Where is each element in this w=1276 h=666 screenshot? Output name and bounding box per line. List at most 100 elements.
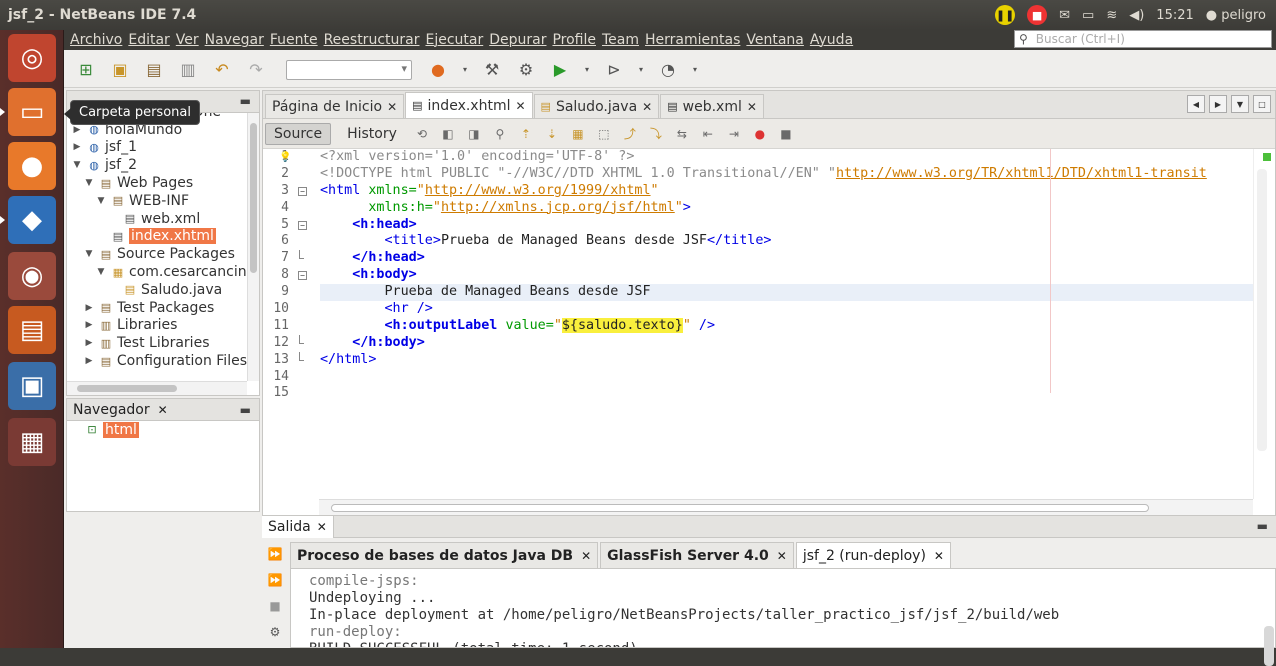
navigator-node[interactable]: ⊡ html — [67, 421, 259, 439]
forward-icon[interactable]: ◨ — [465, 125, 483, 143]
output-tab[interactable]: Salida ✕ — [262, 515, 334, 538]
code-editor[interactable]: 1 💡 2 3−4 5−6 7 8−9 10 11 12 13 14 15 <?xml version=… — [263, 149, 1275, 499]
close-icon[interactable]: ✕ — [934, 549, 944, 563]
search-input[interactable]: ⚲ Buscar (Ctrl+I) — [1014, 30, 1272, 48]
build-icon[interactable]: ⚒ — [480, 58, 504, 82]
tab-web-xml[interactable]: ▤ web.xml ✕ — [660, 94, 764, 118]
previous-bookmark-icon[interactable]: ⤴ — [621, 125, 639, 143]
settings-icon[interactable]: ⚙ — [265, 622, 285, 642]
close-icon[interactable]: ✕ — [642, 100, 652, 114]
code-line[interactable]: Prueba de Managed Beans desde JSF — [320, 284, 1253, 302]
menu-team[interactable]: Team — [599, 32, 642, 48]
clock[interactable]: 15:21 — [1156, 8, 1193, 23]
code-line[interactable]: <h:outputLabel value="${saludo.texto}" /… — [320, 317, 1253, 335]
tree-node[interactable]: ▤ web.xml — [67, 210, 247, 228]
tree-node[interactable]: ▼ ▦ com.cesarcancin — [67, 263, 247, 281]
tree-vertical-scrollbar[interactable] — [247, 113, 259, 381]
find-icon[interactable]: ⚲ — [491, 125, 509, 143]
menu-fuente[interactable]: Fuente — [267, 32, 321, 48]
tab-pagina-de-inicio[interactable]: Página de Inicio ✕ — [265, 94, 405, 118]
tree-horizontal-scrollbar[interactable] — [67, 381, 247, 395]
tree-node[interactable]: ▶ ◍ jsf_1 — [67, 139, 247, 157]
code-line[interactable]: </h:body> — [320, 335, 1253, 352]
toggle-selection-icon[interactable]: ⬚ — [595, 125, 613, 143]
shift-right-icon[interactable]: ⇥ — [725, 125, 743, 143]
files-icon[interactable]: ▭ — [0, 88, 56, 136]
menu-archivo[interactable]: Archivo — [67, 32, 125, 48]
start-macro-icon[interactable]: ● — [751, 125, 769, 143]
code-line[interactable] — [320, 385, 1253, 402]
redo-icon[interactable]: ↷ — [244, 58, 268, 82]
close-icon[interactable]: ✕ — [515, 99, 525, 113]
workspace-switcher-icon[interactable]: ▦ — [8, 418, 56, 466]
menu-profile[interactable]: Profile — [549, 32, 599, 48]
chevron-down-icon[interactable]: ▾ — [582, 58, 592, 82]
find-next-icon[interactable]: ⇣ — [543, 125, 561, 143]
chevron-down-icon[interactable]: ▾ — [460, 58, 470, 82]
maximize-icon[interactable]: □ — [1253, 95, 1271, 113]
shift-left-icon[interactable]: ⇤ — [699, 125, 717, 143]
new-file-icon[interactable]: ⊞ — [74, 58, 98, 82]
menu-ventana[interactable]: Ventana — [743, 32, 807, 48]
wifi-icon[interactable]: ≋ — [1106, 8, 1117, 23]
expanded-arrow-icon[interactable]: ▼ — [95, 267, 107, 277]
undo-icon[interactable]: ↶ — [210, 58, 234, 82]
last-edit-icon[interactable]: ⟲ — [413, 125, 431, 143]
firefox-browser-icon[interactable]: ● — [426, 58, 450, 82]
menu-navegar[interactable]: Navegar — [202, 32, 267, 48]
close-project-icon[interactable]: ▥ — [176, 58, 200, 82]
menu-herramientas[interactable]: Herramientas — [642, 32, 743, 48]
navigator-title[interactable]: Navegador — [73, 402, 150, 418]
fold-collapse-icon[interactable]: − — [298, 271, 307, 281]
collapsed-arrow-icon[interactable]: ▶ — [83, 356, 95, 366]
close-icon[interactable]: ✕ — [387, 100, 397, 114]
tree-node[interactable]: ▶ ▤ Configuration Files — [67, 352, 247, 370]
expanded-arrow-icon[interactable]: ▼ — [95, 196, 107, 206]
scroll-left-icon[interactable]: ◀ — [1187, 95, 1205, 113]
expanded-arrow-icon[interactable]: ▼ — [83, 178, 95, 188]
hint-bulb-icon[interactable]: 💡 — [279, 150, 291, 167]
tree-node[interactable]: ▶ ▥ Libraries — [67, 317, 247, 335]
user-menu[interactable]: ● peligro — [1206, 8, 1266, 23]
clean-build-icon[interactable]: ⚙ — [514, 58, 538, 82]
menu-editar[interactable]: Editar — [125, 32, 172, 48]
tree-node[interactable]: ▤ Saludo.java — [67, 281, 247, 299]
menu-depurar[interactable]: Depurar — [486, 32, 549, 48]
profile-icon[interactable]: ◔ — [656, 58, 680, 82]
collapsed-arrow-icon[interactable]: ▶ — [83, 303, 95, 313]
collapsed-arrow-icon[interactable]: ▶ — [83, 338, 95, 348]
tree-node[interactable]: ▼ ▤ Source Packages — [67, 245, 247, 263]
chevron-down-icon[interactable]: ▾ — [636, 58, 646, 82]
close-icon[interactable]: ✕ — [581, 549, 591, 563]
chrome-icon[interactable]: ◉ — [8, 252, 56, 300]
menu-ver[interactable]: Ver — [173, 32, 202, 48]
tree-node[interactable]: ▶ ▤ Test Packages — [67, 299, 247, 317]
code-line[interactable]: </html> — [320, 352, 1253, 369]
rerun-with-params-icon[interactable]: ⏩ — [265, 570, 285, 590]
menu-ayuda[interactable]: Ayuda — [807, 32, 856, 48]
subtab-glassfish[interactable]: GlassFish Server 4.0 ✕ — [600, 542, 794, 568]
code-line[interactable]: <h:body> — [320, 267, 1253, 284]
source-view-button[interactable]: Source — [265, 122, 332, 145]
video-editor-icon[interactable]: ▣ — [8, 362, 56, 410]
find-previous-icon[interactable]: ⇡ — [517, 125, 535, 143]
toggle-highlight-icon[interactable]: ▦ — [569, 125, 587, 143]
code-line[interactable]: xmlns:h="http://xmlns.jcp.org/jsf/html"> — [320, 200, 1253, 217]
editor-horizontal-scrollbar[interactable] — [319, 499, 1253, 515]
netbeans-icon[interactable]: ◆ — [0, 196, 56, 244]
close-icon[interactable]: ✕ — [777, 549, 787, 563]
configuration-combo[interactable] — [286, 59, 412, 80]
open-project-icon[interactable]: ▤ — [142, 58, 166, 82]
menu-reestructurar[interactable]: Reestructurar — [321, 32, 423, 48]
close-icon[interactable]: ✕ — [158, 403, 168, 417]
scroll-right-icon[interactable]: ▶ — [1209, 95, 1227, 113]
expanded-arrow-icon[interactable]: ▼ — [71, 160, 83, 170]
rerun-icon[interactable]: ⏩ — [265, 544, 285, 564]
toggle-bookmark-icon[interactable]: ⇆ — [673, 125, 691, 143]
volume-icon[interactable]: ◀) — [1129, 8, 1144, 23]
minimize-icon[interactable]: ▬ — [1257, 519, 1268, 533]
minimize-icon[interactable]: ▬ — [240, 94, 251, 108]
tree-node[interactable]: ▼ ▤ Web Pages — [67, 174, 247, 192]
menu-ejecutar[interactable]: Ejecutar — [422, 32, 486, 48]
code-line[interactable]: <hr /> — [320, 301, 1253, 318]
